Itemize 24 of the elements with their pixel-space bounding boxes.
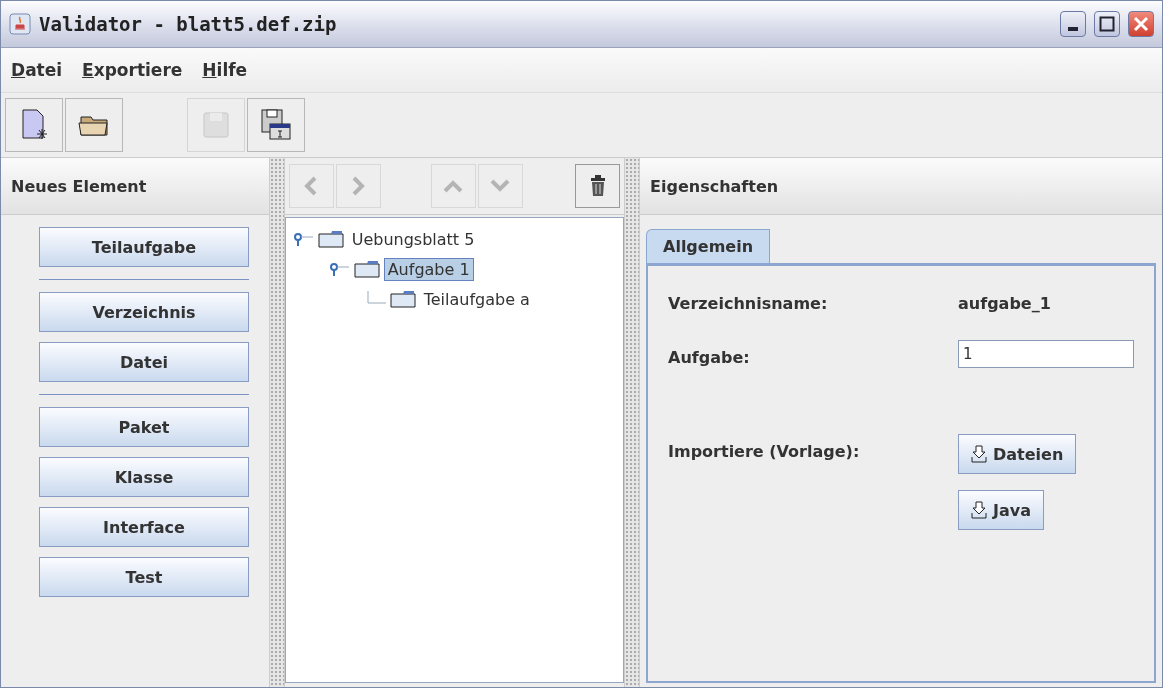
menu-item[interactable]: Exportiere bbox=[82, 60, 183, 80]
element-button[interactable]: Teilaufgabe bbox=[39, 227, 249, 267]
element-button[interactable]: Verzeichnis bbox=[39, 292, 249, 332]
element-button[interactable]: Interface bbox=[39, 507, 249, 547]
tab[interactable]: Allgemein bbox=[646, 229, 771, 263]
element-button[interactable]: Datei bbox=[39, 342, 249, 382]
field-label: Importiere (Vorlage): bbox=[668, 441, 861, 461]
tree-node[interactable]: Teilaufgabe a bbox=[419, 287, 534, 311]
window-title: Validator - blatt5.def.zip bbox=[39, 13, 338, 35]
element-button[interactable]: Paket bbox=[39, 407, 249, 447]
import-button[interactable]: Java bbox=[958, 490, 1044, 530]
panel-title: Neues Element bbox=[11, 176, 147, 196]
element-button[interactable]: Klasse bbox=[39, 457, 249, 497]
menu-item[interactable]: Hilfe bbox=[202, 60, 248, 80]
field-value: aufgabe_1 bbox=[958, 293, 1052, 313]
element-button[interactable]: Test bbox=[39, 557, 249, 597]
menu-item[interactable]: Datei bbox=[11, 60, 63, 80]
input-field[interactable]: 1 bbox=[958, 340, 1134, 368]
field-label: Verzeichnisname: bbox=[668, 293, 829, 313]
panel-title: Eigenschaften bbox=[650, 176, 779, 196]
tree-node[interactable]: Aufgabe 1 bbox=[383, 257, 474, 281]
import-button[interactable]: Dateien bbox=[958, 434, 1077, 474]
tree-node[interactable]: Uebungsblatt 5 bbox=[347, 227, 479, 251]
field-label: Aufgabe: bbox=[668, 347, 751, 367]
